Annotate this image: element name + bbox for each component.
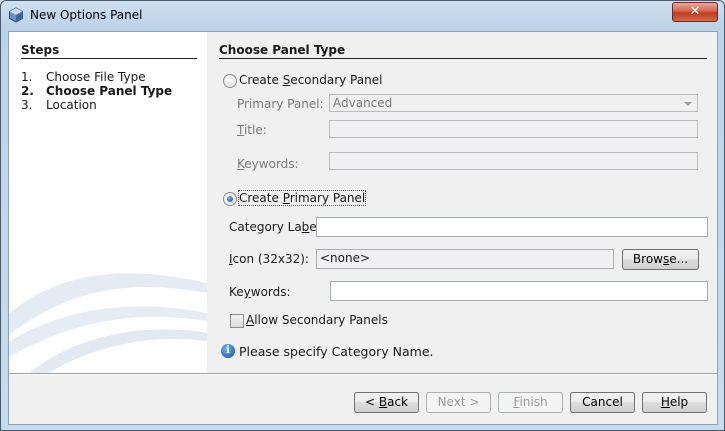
- create-secondary-panel-label[interactable]: Create Secondary Panel: [239, 73, 382, 87]
- steps-header: Steps: [21, 43, 60, 57]
- step-label: Choose File Type: [46, 70, 146, 84]
- close-button[interactable]: ✕: [672, 2, 718, 22]
- create-primary-panel-radio[interactable]: [223, 192, 237, 206]
- close-icon: ✕: [689, 4, 701, 19]
- step-item-choose-file-type: 1. Choose File Type: [21, 70, 146, 84]
- primary-keywords-label: Keywords:: [229, 285, 291, 299]
- secondary-keywords-field[interactable]: [329, 152, 698, 170]
- dialog-client-area: Steps 1. Choose File Type 2. Choose Panel …: [8, 31, 718, 425]
- browse-button[interactable]: Browse...: [622, 249, 699, 270]
- primary-panel-combobox[interactable]: Advanced: [329, 94, 698, 112]
- create-primary-panel-label[interactable]: Create Primary Panel: [237, 190, 367, 206]
- info-icon: i: [221, 344, 235, 358]
- netbeans-cube-icon: [9, 7, 23, 23]
- steps-panel: Steps 1. Choose File Type 2. Choose Panel …: [9, 32, 207, 373]
- category-label-label: Category Label:: [229, 220, 324, 234]
- allow-secondary-panels-checkbox[interactable]: [230, 314, 244, 328]
- step-number: 3.: [21, 98, 33, 112]
- step-item-location: 3. Location: [21, 98, 97, 112]
- primary-keywords-field[interactable]: [330, 281, 708, 301]
- main-panel: Choose Panel Type Create Secondary Panel…: [207, 32, 717, 373]
- window-title: New Options Panel: [30, 8, 143, 22]
- decorative-swoosh-graphic: [9, 273, 207, 373]
- create-secondary-panel-radio[interactable]: [223, 74, 237, 88]
- secondary-keywords-label: Keywords:: [237, 157, 299, 171]
- allow-secondary-panels-label[interactable]: Allow Secondary Panels: [246, 313, 388, 327]
- icon-field[interactable]: <none>: [316, 249, 614, 269]
- step-number: 1.: [21, 70, 33, 84]
- step-label: Choose Panel Type: [46, 84, 173, 98]
- help-button[interactable]: Help: [642, 392, 707, 413]
- step-number: 2.: [21, 84, 34, 98]
- step-label: Location: [46, 98, 97, 112]
- panel-title-divider: [219, 58, 707, 59]
- panel-title: Choose Panel Type: [219, 43, 346, 57]
- icon-label: Icon (32x32):: [229, 252, 309, 266]
- title-label: Title:: [237, 123, 267, 137]
- primary-panel-label: Primary Panel:: [237, 97, 324, 111]
- finish-button[interactable]: Finish: [498, 392, 563, 413]
- category-label-field[interactable]: [316, 217, 708, 237]
- steps-divider: [21, 58, 197, 59]
- chevron-down-icon[interactable]: [684, 102, 692, 106]
- title-bar[interactable]: New Options Panel ✕: [1, 1, 724, 29]
- dialog-window: New Options Panel ✕ Steps 1. Choose File …: [0, 0, 725, 431]
- validation-message: Please specify Category Name.: [239, 344, 434, 359]
- cancel-button[interactable]: Cancel: [570, 392, 635, 413]
- primary-panel-value: Advanced: [333, 96, 393, 110]
- next-button[interactable]: Next >: [426, 392, 491, 413]
- back-button[interactable]: < Back: [354, 392, 419, 413]
- step-item-choose-panel-type: 2. Choose Panel Type: [21, 84, 172, 98]
- title-field[interactable]: [329, 120, 698, 138]
